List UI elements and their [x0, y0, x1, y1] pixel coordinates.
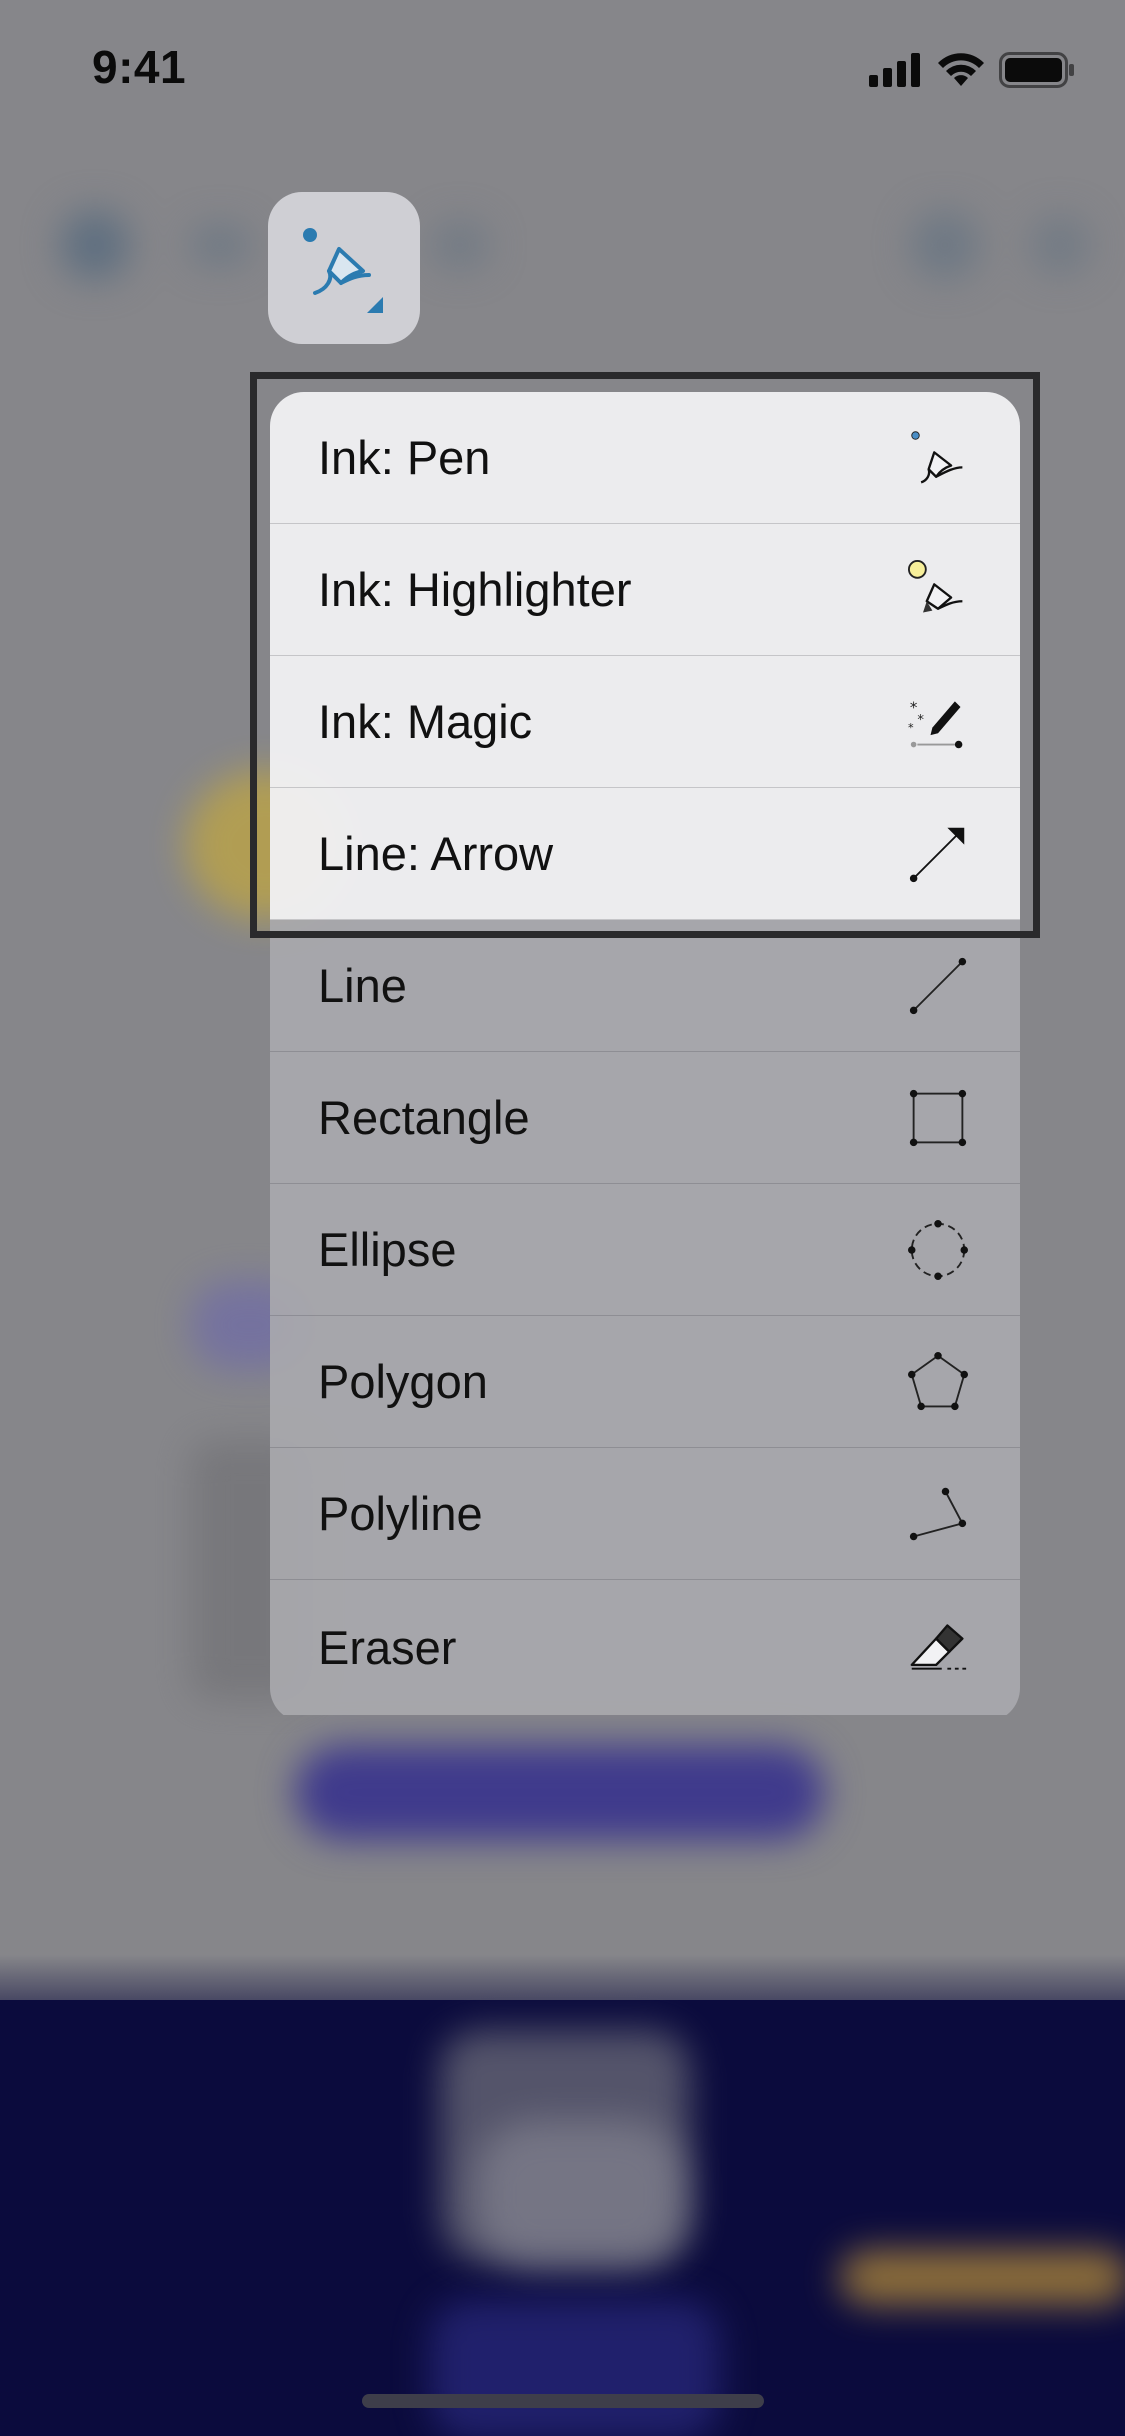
menu-item-line[interactable]: Line: [270, 920, 1020, 1052]
polygon-icon: [908, 1351, 968, 1412]
ink-highlighter-icon: [908, 559, 968, 620]
line-icon: [908, 956, 968, 1016]
home-indicator[interactable]: [362, 2394, 764, 2408]
wifi-icon: [938, 53, 984, 86]
menu-item-label: Ink: Highlighter: [318, 563, 632, 616]
menu-item-polygon[interactable]: Polygon: [270, 1316, 1020, 1448]
status-bar: 9:41: [0, 0, 1125, 140]
menu-item-ellipse[interactable]: Ellipse: [270, 1184, 1020, 1316]
background-orange-shape: [840, 2250, 1125, 2305]
line-arrow-icon: [908, 824, 968, 884]
menu-item-label: Polyline: [318, 1487, 483, 1540]
status-icons: [869, 52, 1075, 88]
menu-item-line-arrow[interactable]: Line: Arrow: [270, 788, 1020, 920]
status-time: 9:41: [92, 41, 187, 93]
svg-text:*: *: [917, 712, 924, 727]
ink-pen-icon: [908, 428, 968, 488]
eraser-icon: [908, 1618, 968, 1678]
rectangle-icon: [908, 1088, 968, 1148]
ink-magic-icon: * * *: [908, 692, 968, 752]
battery-icon: [999, 52, 1074, 88]
menu-item-ink-highlighter[interactable]: Ink: Highlighter: [270, 524, 1020, 656]
pen-tool-icon: [303, 228, 383, 313]
ellipse-icon: [908, 1219, 968, 1280]
tool-menu: Ink: Pen Ink: Highlighter Ink: Magic * *…: [270, 392, 1020, 1722]
menu-item-label: Ink: Pen: [318, 431, 491, 484]
background-button: [295, 1745, 825, 1840]
menu-item-label: Ink: Magic: [318, 695, 533, 748]
svg-text:*: *: [908, 721, 914, 734]
menu-item-label: Line: [318, 959, 407, 1012]
menu-item-label: Eraser: [318, 1621, 457, 1674]
menu-item-ink-magic[interactable]: Ink: Magic * * *: [270, 656, 1020, 788]
menu-item-label: Rectangle: [318, 1091, 530, 1144]
menu-item-polyline[interactable]: Polyline: [270, 1448, 1020, 1580]
menu-item-eraser[interactable]: Eraser: [270, 1580, 1020, 1715]
background-toolbar: [40, 190, 1120, 300]
pen-tool-button[interactable]: [268, 192, 420, 344]
cellular-signal-icon: [869, 53, 920, 87]
menu-item-label: Line: Arrow: [318, 827, 554, 880]
menu-item-ink-pen[interactable]: Ink: Pen: [270, 392, 1020, 524]
menu-item-label: Ellipse: [318, 1223, 457, 1276]
polyline-icon: [908, 1484, 968, 1544]
menu-item-rectangle[interactable]: Rectangle: [270, 1052, 1020, 1184]
menu-item-label: Polygon: [318, 1355, 488, 1408]
